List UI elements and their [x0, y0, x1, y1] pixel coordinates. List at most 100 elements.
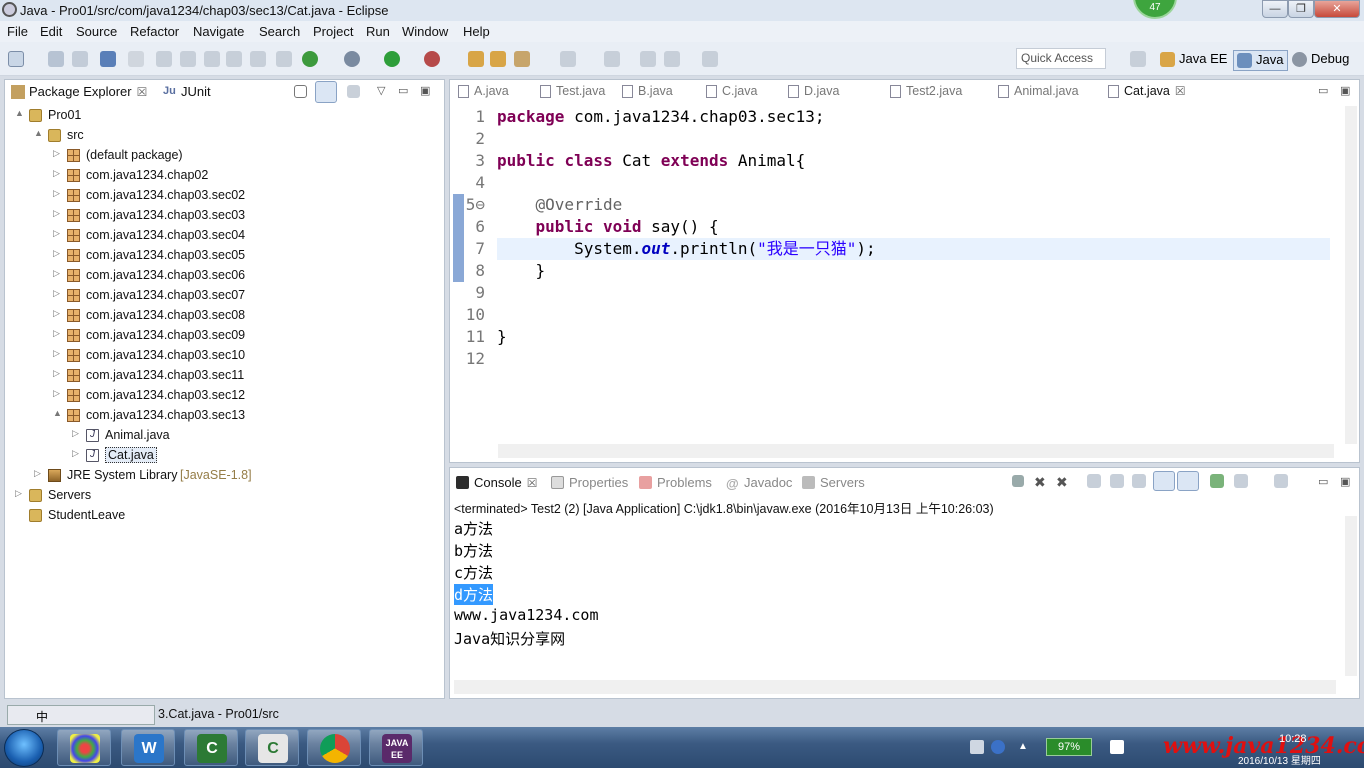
tab-junit[interactable]: Ju JUnit: [161, 84, 211, 99]
save-icon[interactable]: [48, 51, 64, 67]
close-tab-icon[interactable]: ☒: [137, 85, 148, 99]
search-icon[interactable]: [514, 51, 530, 67]
tree-item[interactable]: ▷ Cat.java: [5, 446, 435, 466]
open-perspective-icon[interactable]: [1130, 51, 1146, 67]
remove-all-icon[interactable]: ✖: [1056, 474, 1070, 490]
tree-item[interactable]: ▷ com.java1234.chap03.sec05: [5, 246, 435, 266]
menu-source[interactable]: Source: [76, 24, 117, 39]
editor-tab[interactable]: D.java: [788, 84, 839, 98]
expanded-twisty-icon[interactable]: ▲: [53, 408, 62, 418]
minimize-editor-icon[interactable]: ▭: [1318, 84, 1328, 97]
tab-console[interactable]: Console ☒: [456, 475, 537, 490]
collapsed-twisty-icon[interactable]: ▷: [53, 148, 60, 159]
remove-launch-icon[interactable]: ✖: [1034, 474, 1048, 490]
collapsed-twisty-icon[interactable]: ▷: [53, 348, 60, 359]
tool-icon[interactable]: [226, 51, 242, 67]
editor-tab[interactable]: Cat.java ☒: [1108, 84, 1186, 98]
close-button[interactable]: ✕: [1314, 0, 1360, 18]
editor-tab[interactable]: Test.java: [540, 84, 605, 98]
collapsed-twisty-icon[interactable]: ▷: [53, 168, 60, 179]
tool-icon[interactable]: [180, 51, 196, 67]
code-area[interactable]: 1 package com.java1234.chap03.sec13; 2 3 pub…: [450, 106, 1330, 426]
tree-item[interactable]: ▷ Servers: [5, 486, 435, 506]
show-console-stdout-icon[interactable]: [1153, 471, 1175, 491]
tree-item[interactable]: ▷ com.java1234.chap03.sec11: [5, 366, 435, 386]
tray-ime-icon[interactable]: [970, 740, 984, 754]
refresh-icon[interactable]: [302, 51, 318, 67]
menu-refactor[interactable]: Refactor: [130, 24, 179, 39]
tree-item[interactable]: ▷ com.java1234.chap03.sec06: [5, 266, 435, 286]
editor-tab[interactable]: B.java: [622, 84, 673, 98]
menu-run[interactable]: Run: [366, 24, 390, 39]
tree-item[interactable]: ▷ JRE System Library [JavaSE-1.8]: [5, 466, 435, 486]
menu-window[interactable]: Window: [402, 24, 448, 39]
display-console-icon[interactable]: [1234, 474, 1248, 488]
tab-properties[interactable]: Properties: [551, 475, 628, 490]
close-tab-icon[interactable]: ☒: [527, 476, 538, 490]
collapsed-twisty-icon[interactable]: ▷: [15, 488, 22, 499]
collapsed-twisty-icon[interactable]: ▷: [53, 188, 60, 199]
collapsed-twisty-icon[interactable]: ▷: [34, 468, 41, 479]
collapsed-twisty-icon[interactable]: ▷: [72, 428, 79, 439]
maximize-editor-icon[interactable]: ▣: [1340, 84, 1350, 97]
perspective-debug[interactable]: Debug: [1289, 50, 1353, 71]
view-menu-icon[interactable]: ▽: [377, 84, 385, 97]
minimize-button[interactable]: —: [1262, 0, 1288, 18]
tree-item[interactable]: ▷ com.java1234.chap03.sec10: [5, 346, 435, 366]
collapse-all-icon[interactable]: [294, 85, 307, 98]
tree-item[interactable]: ▷ com.java1234.chap03.sec12: [5, 386, 435, 406]
back-icon[interactable]: [664, 51, 680, 67]
tab-javadoc[interactable]: @ Javadoc: [726, 475, 792, 491]
link-with-editor-icon[interactable]: [315, 81, 337, 103]
expanded-twisty-icon[interactable]: ▲: [15, 108, 24, 118]
terminal-icon[interactable]: [100, 51, 116, 67]
tab-problems[interactable]: Problems: [639, 475, 712, 490]
annotation-icon[interactable]: [604, 51, 620, 67]
terminate-icon[interactable]: [1012, 475, 1024, 487]
console-horizontal-scrollbar[interactable]: [454, 680, 1336, 694]
tree-item[interactable]: ▷ com.java1234.chap03.sec02: [5, 186, 435, 206]
tool-icon[interactable]: [156, 51, 172, 67]
focus-icon[interactable]: [347, 85, 360, 98]
maximize-button[interactable]: ❐: [1288, 0, 1314, 18]
vertical-scrollbar[interactable]: [1345, 106, 1357, 444]
taskbar-app-word[interactable]: W: [121, 729, 175, 766]
tool-icon[interactable]: [204, 51, 220, 67]
collapsed-twisty-icon[interactable]: ▷: [53, 368, 60, 379]
pin-console-icon[interactable]: [1210, 474, 1224, 488]
taskbar-app-photos[interactable]: [57, 729, 111, 766]
tree-item[interactable]: ▷ Animal.java: [5, 426, 435, 446]
debug-icon[interactable]: [344, 51, 360, 67]
start-button[interactable]: [4, 729, 44, 767]
collapsed-twisty-icon[interactable]: ▷: [53, 308, 60, 319]
collapsed-twisty-icon[interactable]: ▷: [72, 448, 79, 459]
menu-file[interactable]: File: [7, 24, 28, 39]
collapsed-twisty-icon[interactable]: ▷: [53, 268, 60, 279]
console-vertical-scrollbar[interactable]: [1345, 516, 1357, 676]
tree-item[interactable]: ▷ com.java1234.chap03.sec07: [5, 286, 435, 306]
tree-item[interactable]: ▷ com.java1234.chap03.sec04: [5, 226, 435, 246]
scroll-lock-icon[interactable]: [1110, 474, 1124, 488]
maximize-view-icon[interactable]: ▣: [420, 84, 430, 97]
ime-toolbar[interactable]: 中: [7, 705, 155, 725]
tree-item[interactable]: ▲ src: [5, 126, 435, 146]
show-console-stderr-icon[interactable]: [1177, 471, 1199, 491]
close-tab-icon[interactable]: ☒: [1175, 84, 1186, 98]
tree-item[interactable]: StudentLeave: [5, 506, 435, 526]
collapsed-twisty-icon[interactable]: ▷: [53, 288, 60, 299]
menu-project[interactable]: Project: [313, 24, 353, 39]
minimize-console-icon[interactable]: ▭: [1318, 475, 1328, 488]
ime-mode[interactable]: 中: [36, 708, 48, 725]
taskbar-app-eclipse[interactable]: JAVA EE: [369, 729, 423, 766]
tab-servers[interactable]: Servers: [802, 475, 865, 490]
collapsed-twisty-icon[interactable]: ▷: [53, 328, 60, 339]
new-icon[interactable]: [8, 51, 24, 67]
editor-tab[interactable]: Animal.java: [998, 84, 1079, 98]
collapsed-twisty-icon[interactable]: ▷: [53, 388, 60, 399]
tray-expand-icon[interactable]: ▲: [1018, 741, 1028, 752]
minimize-view-icon[interactable]: ▭: [398, 84, 408, 97]
annotation-icon[interactable]: [560, 51, 576, 67]
back-icon[interactable]: [640, 51, 656, 67]
tree-item[interactable]: ▷ com.java1234.chap03.sec09: [5, 326, 435, 346]
editor-tab[interactable]: A.java: [458, 84, 509, 98]
